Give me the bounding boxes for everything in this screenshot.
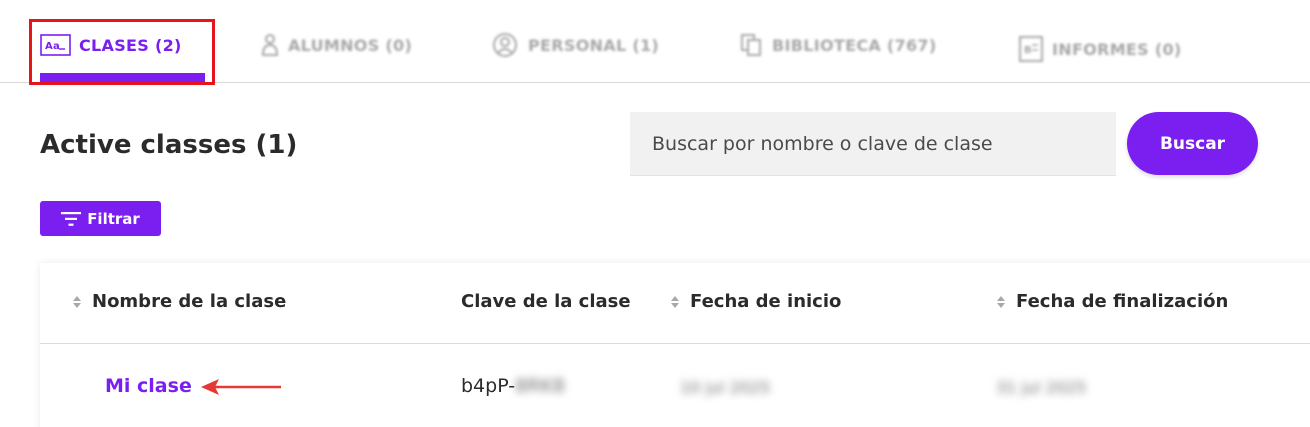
column-header-end-date[interactable]: Fecha de finalización [996, 291, 1228, 312]
tab-alumnos-label: ALUMNOS (0) [288, 35, 413, 55]
tab-bar: Aa CLASES (2) ALUMNOS (0) PERSONAL (1) B… [0, 0, 1310, 85]
tab-informes-label: INFORMES (0) [1052, 39, 1182, 59]
tab-biblioteca-label: BIBLIOTECA (767) [772, 35, 937, 55]
sort-icon [73, 295, 81, 308]
column-header-end-date-label: Fecha de finalización [1016, 291, 1229, 312]
annotation-arrow-icon [201, 379, 281, 395]
tab-alumnos[interactable]: ALUMNOS (0) [260, 30, 412, 60]
annotation-highlight-box [29, 19, 215, 85]
tab-personal[interactable]: PERSONAL (1) [490, 30, 659, 60]
sort-icon [671, 295, 679, 308]
filter-icon [61, 211, 82, 226]
page: Aa CLASES (2) ALUMNOS (0) PERSONAL (1) B… [0, 0, 1310, 427]
search-button[interactable]: Buscar [1127, 112, 1258, 175]
column-header-name-label: Nombre de la clase [92, 291, 287, 312]
classes-table: Nombre de la clase Clave de la clase Fec… [40, 263, 1310, 427]
page-title: Active classes (1) [40, 130, 298, 160]
tab-informes[interactable]: B INFORMES (0) [1018, 34, 1182, 64]
tab-biblioteca[interactable]: BIBLIOTECA (767) [740, 30, 936, 60]
filter-button[interactable]: Filtrar [40, 201, 161, 236]
svg-text:B: B [1024, 45, 1032, 56]
student-icon [261, 34, 279, 56]
column-header-start-date[interactable]: Fecha de inicio [670, 291, 841, 312]
copy-icon [741, 34, 761, 56]
column-header-name[interactable]: Nombre de la clase [72, 291, 286, 312]
report-icon: B [1019, 36, 1043, 62]
column-header-key: Clave de la clase [461, 291, 631, 312]
end-date-cell: 31 jul 2025 [996, 378, 1087, 397]
class-name-link[interactable]: Mi clase [105, 375, 192, 397]
tab-personal-label: PERSONAL (1) [528, 35, 659, 55]
column-header-start-date-label: Fecha de inicio [690, 291, 842, 312]
class-key-cell: b4pP-8RK8 [461, 375, 565, 397]
start-date-cell: 10 jul 2025 [680, 378, 771, 397]
column-header-key-label: Clave de la clase [461, 291, 631, 312]
search-input[interactable] [630, 112, 1116, 176]
table-header: Nombre de la clase Clave de la clase Fec… [40, 263, 1310, 344]
filter-button-label: Filtrar [87, 209, 140, 228]
sort-icon [997, 295, 1005, 308]
person-circle-icon [493, 33, 517, 57]
